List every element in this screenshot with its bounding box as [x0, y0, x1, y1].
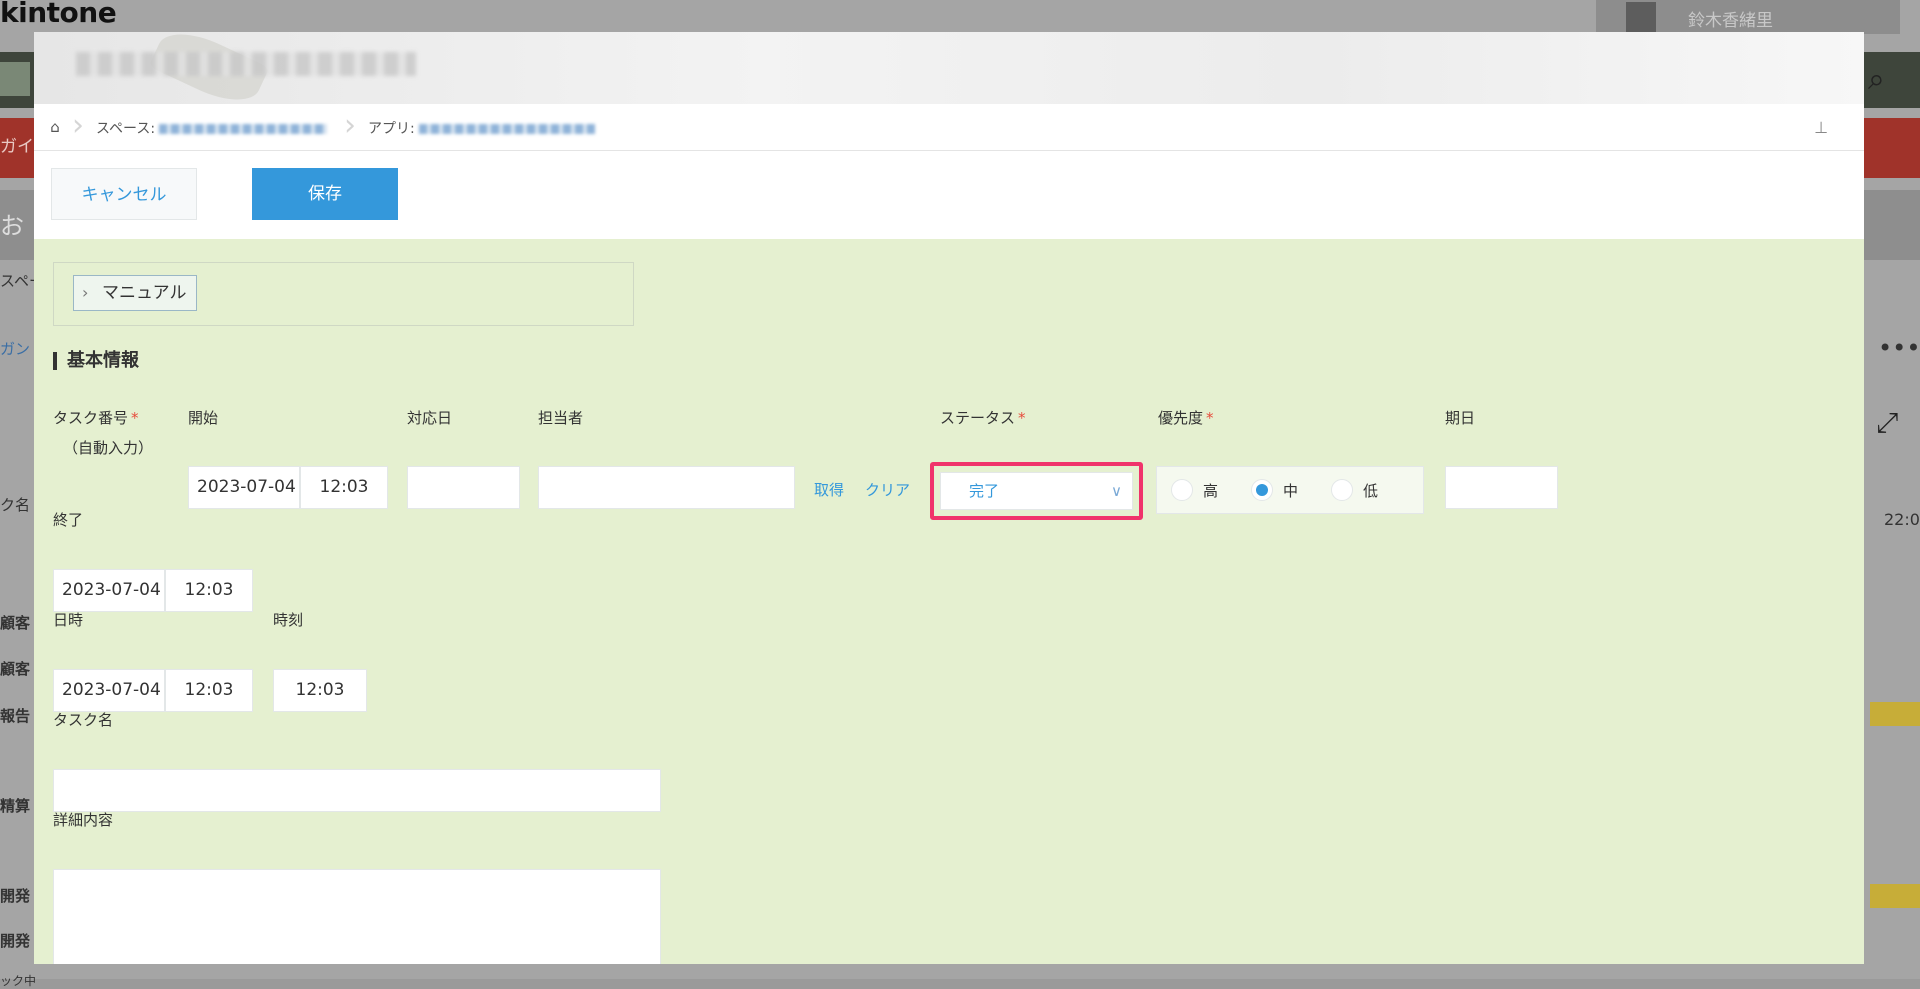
task-number-value: （自動入力）: [63, 439, 154, 457]
bg-left-label: 顧客: [0, 614, 31, 632]
bg-left-label: 顧客: [0, 660, 31, 678]
chevron-right-icon: ›: [82, 283, 89, 302]
priority-radio-high[interactable]: [1171, 479, 1193, 501]
assignee-get-link[interactable]: 取得: [814, 479, 844, 500]
datetime-label: 日時: [53, 611, 84, 629]
header-title-blurred: [76, 52, 416, 76]
breadcrumb-app-label: アプリ:: [368, 121, 415, 137]
datetime-date-field[interactable]: 2023-07-04: [53, 669, 165, 712]
task-name-label: タスク名: [53, 711, 114, 729]
start-label: 開始: [188, 409, 219, 427]
bg-left-label: ク名: [0, 496, 31, 514]
status-label: ステータス *: [940, 409, 1026, 427]
priority-radio-medium[interactable]: [1251, 479, 1273, 501]
save-button[interactable]: 保存: [252, 168, 398, 220]
breadcrumb-space-name-blurred: [159, 124, 328, 134]
pin-icon[interactable]: ⊥: [1814, 118, 1828, 137]
more-icon: •••: [1878, 334, 1920, 362]
end-date-field[interactable]: 2023-07-04: [53, 569, 165, 612]
status-dropdown[interactable]: 完了 ∨: [940, 472, 1133, 510]
start-time-field[interactable]: 12:03: [300, 466, 388, 509]
time-field[interactable]: 12:03: [273, 669, 367, 712]
home-icon: [0, 62, 30, 96]
required-mark: *: [1206, 409, 1214, 427]
bg-left-label: ック中: [0, 974, 37, 988]
assignee-label: 担当者: [538, 409, 584, 427]
action-toolbar: キャンセル 保存: [34, 151, 1864, 239]
task-name-field[interactable]: [53, 769, 661, 812]
user-name: 鈴木香緒里: [1688, 11, 1773, 31]
chevron-down-icon: ∨: [1111, 482, 1122, 500]
user-avatar-icon: [1626, 2, 1656, 32]
assignee-clear-link[interactable]: クリア: [865, 479, 910, 500]
assignee-field[interactable]: [538, 466, 795, 509]
details-label: 詳細内容: [53, 811, 114, 829]
priority-option-label: 低: [1363, 482, 1379, 500]
bg-left-label: 報告: [0, 707, 31, 725]
record-edit-dialog: ⌂ › スペース: › アプリ: ⊥ キャンセル 保存 › マニュアル 基本情報…: [34, 32, 1864, 964]
datetime-time-field[interactable]: 12:03: [165, 669, 253, 712]
breadcrumb: ⌂ › スペース: › アプリ: ⊥: [34, 104, 1864, 151]
breadcrumb-separator: ›: [72, 108, 84, 143]
bg-calendar-event: [1870, 884, 1920, 908]
breadcrumb-app-name-blurred: [418, 124, 595, 134]
required-mark: *: [1018, 409, 1026, 427]
manual-toggle-button[interactable]: › マニュアル: [73, 275, 197, 311]
announcement-text: ガイ: [0, 137, 34, 157]
record-form: › マニュアル 基本情報 タスク番号 * （自動入力） 開始 2023-07-04…: [34, 239, 1864, 964]
priority-radio-group: 高 中 低: [1156, 466, 1424, 514]
bg-left-label: お: [0, 212, 24, 240]
manual-label: マニュアル: [102, 283, 187, 303]
expand-icon: ⤢: [1876, 406, 1899, 439]
start-date-field[interactable]: 2023-07-04: [188, 466, 300, 509]
bg-time-label: 22:0: [1884, 510, 1920, 529]
bg-left-label: ガン: [0, 340, 31, 358]
response-date-field[interactable]: [407, 466, 520, 509]
breadcrumb-separator: ›: [344, 108, 356, 143]
bg-calendar-event: [1870, 702, 1920, 726]
home-icon[interactable]: ⌂: [44, 116, 66, 138]
cancel-button[interactable]: キャンセル: [51, 168, 197, 220]
end-time-field[interactable]: 12:03: [165, 569, 253, 612]
bg-left-label: 開発: [0, 887, 31, 905]
search-icon: ⌕: [1868, 62, 1885, 97]
priority-option-label: 中: [1283, 482, 1299, 500]
response-date-label: 対応日: [407, 409, 453, 427]
due-date-label: 期日: [1445, 409, 1476, 427]
section-title: 基本情報: [53, 352, 139, 370]
dialog-header-banner: [34, 32, 1864, 113]
priority-option-label: 高: [1203, 482, 1219, 500]
time-label: 時刻: [273, 611, 304, 629]
task-number-label: タスク番号 *: [53, 409, 139, 427]
priority-radio-low[interactable]: [1331, 479, 1353, 501]
breadcrumb-space[interactable]: スペース:: [96, 118, 328, 138]
breadcrumb-space-label: スペース:: [96, 121, 156, 137]
status-value: 完了: [969, 482, 1000, 500]
breadcrumb-app[interactable]: アプリ:: [368, 118, 595, 138]
details-textarea[interactable]: [53, 869, 661, 964]
manual-group: › マニュアル: [53, 262, 634, 326]
priority-label: 優先度 *: [1158, 409, 1214, 427]
kintone-logo: kintone: [0, 0, 117, 29]
required-mark: *: [131, 409, 139, 427]
due-date-field[interactable]: [1445, 466, 1558, 509]
bg-left-label: 精算: [0, 797, 31, 815]
end-label: 終了: [53, 511, 84, 529]
bg-left-label: 開発: [0, 932, 31, 950]
